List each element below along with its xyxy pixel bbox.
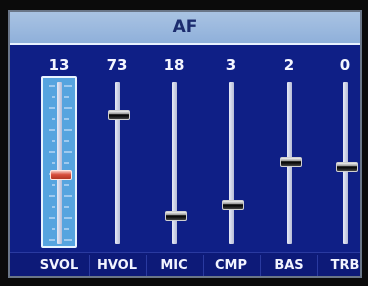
af-screen: AF 13 73 18 3 2 0 SVOL HVOL MIC CMP BAS … <box>8 10 362 278</box>
label-divider <box>317 255 318 276</box>
svol-value: 13 <box>48 56 70 74</box>
svol-slider-knob[interactable] <box>49 170 72 181</box>
bas-slider-knob[interactable] <box>279 157 302 168</box>
trb-label: TRB <box>330 258 360 273</box>
cmp-label: CMP <box>214 258 247 273</box>
mic-value: 18 <box>163 56 185 74</box>
cmp-value: 3 <box>225 56 237 74</box>
hvol-slider-track[interactable] <box>115 82 120 244</box>
label-divider <box>203 255 204 276</box>
hvol-slider-knob[interactable] <box>107 110 130 121</box>
label-divider <box>260 255 261 276</box>
cmp-slider-track[interactable] <box>229 82 234 244</box>
bas-label: BAS <box>274 258 304 273</box>
mic-label: MIC <box>160 258 188 273</box>
label-divider <box>146 255 147 276</box>
svol-label: SVOL <box>39 258 79 273</box>
label-divider <box>89 255 90 276</box>
hvol-value: 73 <box>106 56 128 74</box>
trb-value: 0 <box>339 56 351 74</box>
trb-slider-knob[interactable] <box>335 162 358 173</box>
bas-value: 2 <box>283 56 295 74</box>
svol-slider-track[interactable] <box>57 82 62 244</box>
mic-slider-knob[interactable] <box>164 210 187 221</box>
hvol-label: HVOL <box>96 258 138 273</box>
svol-scale-ticks <box>49 85 72 241</box>
label-bar: SVOL HVOL MIC CMP BAS TRB <box>10 252 360 276</box>
cmp-slider-knob[interactable] <box>221 199 244 210</box>
